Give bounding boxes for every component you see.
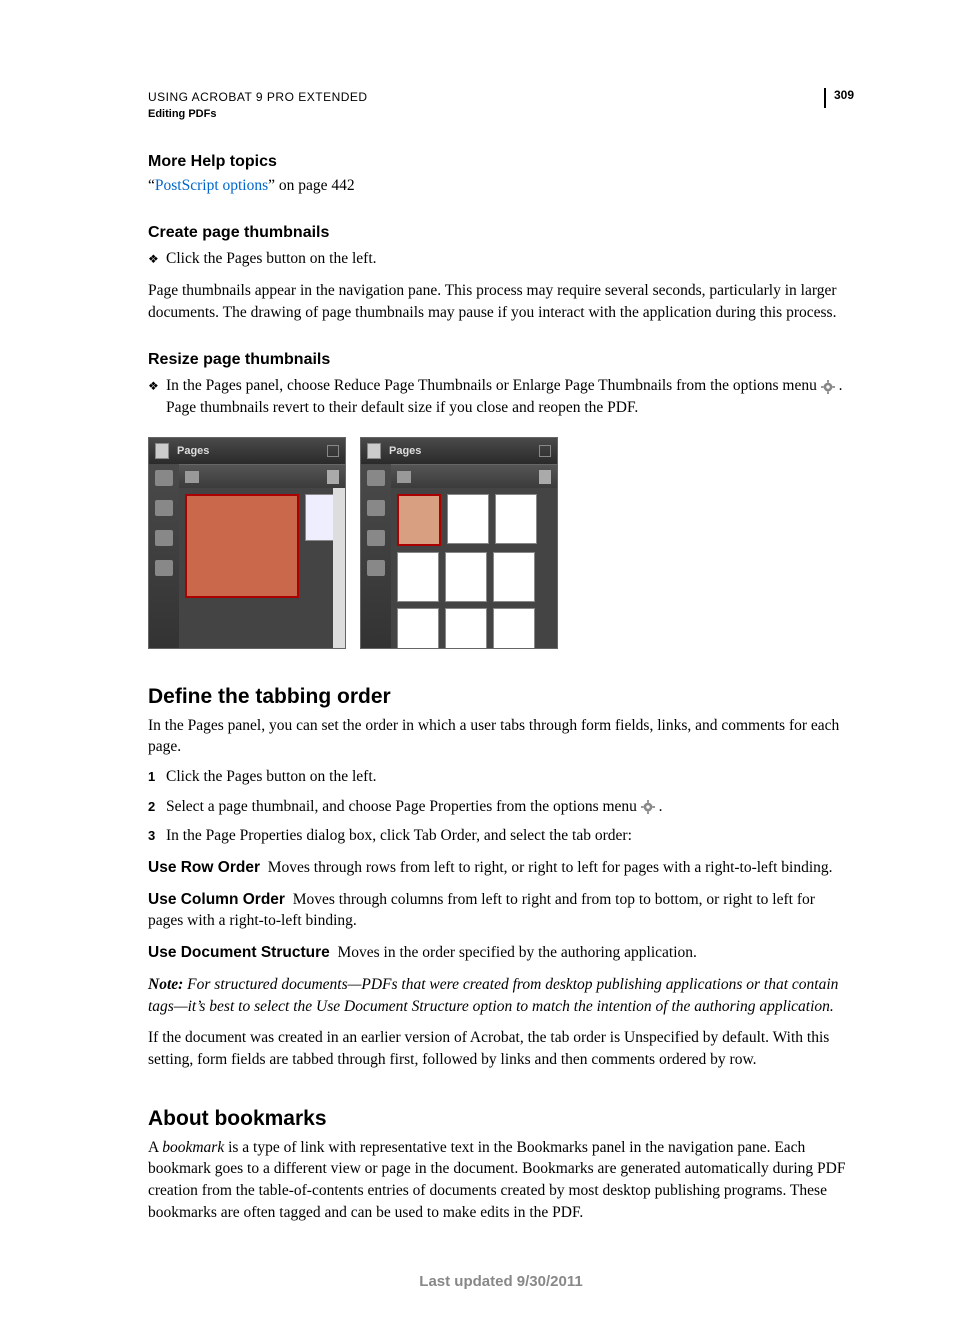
page-thumbnail [447,494,489,544]
collapse-icon [327,445,339,457]
note: Note: For structured documents—PDFs that… [148,974,854,1017]
page-number: 309 [824,88,854,108]
panel-title: Pages [389,445,531,457]
use-row-order: Use Row Order Moves through rows from le… [148,857,854,879]
step-number: 1 [148,766,166,786]
layers-tab-icon [367,500,385,516]
options-gear-icon [185,471,199,483]
page-thumbnail [493,608,535,648]
create-thumbs-heading: Create page thumbnails [148,224,854,242]
gear-icon [641,800,655,814]
tags-tab-icon [155,560,173,576]
pages-panel-enlarged: Pages [148,437,346,649]
bookmarks-heading: About bookmarks [148,1107,854,1131]
gear-icon [821,380,835,394]
page-icon [367,443,381,459]
layers-tab-icon [155,500,173,516]
page-icon [155,443,169,459]
more-help-heading: More Help topics [148,153,854,171]
page-thumbnail [445,552,487,602]
pages-tab-icon [155,470,173,486]
step-number: 2 [148,796,166,816]
page-thumbnail [445,608,487,648]
doc-section: Editing PDFs [148,106,368,123]
page-thumbnail [185,494,299,598]
diamond-bullet-icon: ❖ [148,375,166,395]
postscript-link[interactable]: PostScript options [155,177,268,194]
options-gear-icon [397,471,411,483]
create-thumbs-bullet: Click the Pages button on the left. [166,248,854,270]
legacy-para: If the document was created in an earlie… [148,1027,854,1070]
step-number: 3 [148,825,166,845]
step-1: Click the Pages button on the left. [166,766,854,788]
trash-icon [327,470,339,484]
footer: Last updated 9/30/2011 [148,1273,854,1290]
resize-thumbs-bullet: In the Pages panel, choose Reduce Page T… [166,375,854,418]
page-header: USING ACROBAT 9 PRO EXTENDED Editing PDF… [148,88,854,123]
diamond-bullet-icon: ❖ [148,248,166,268]
resize-thumbs-heading: Resize page thumbnails [148,351,854,369]
page-thumbnail [397,608,439,648]
signatures-tab-icon [155,530,173,546]
screenshot-row: Pages Pages [148,437,854,649]
tabbing-heading: Define the tabbing order [148,685,854,709]
step-2: Select a page thumbnail, and choose Page… [166,796,854,818]
page-thumbnail [495,494,537,544]
signatures-tab-icon [367,530,385,546]
trash-icon [539,470,551,484]
collapse-icon [539,445,551,457]
scrollbar [333,488,345,648]
doc-title: USING ACROBAT 9 PRO EXTENDED [148,88,368,106]
bookmarks-para: A bookmark is a type of link with repres… [148,1137,854,1224]
more-help-line: “PostScript options” on page 442 [148,175,854,197]
tabbing-intro: In the Pages panel, you can set the orde… [148,715,854,758]
panel-title: Pages [177,445,319,457]
tags-tab-icon [367,560,385,576]
step-3: In the Page Properties dialog box, click… [166,825,854,847]
page-thumbnail [397,494,441,546]
use-column-order: Use Column Order Moves through columns f… [148,889,854,932]
page-thumbnail [493,552,535,602]
page-thumbnail [397,552,439,602]
pages-tab-icon [367,470,385,486]
nav-sidebar [149,464,179,648]
create-thumbs-para: Page thumbnails appear in the navigation… [148,280,854,323]
use-document-structure: Use Document Structure Moves in the orde… [148,942,854,964]
pages-panel-reduced: Pages [360,437,558,649]
nav-sidebar [361,464,391,648]
